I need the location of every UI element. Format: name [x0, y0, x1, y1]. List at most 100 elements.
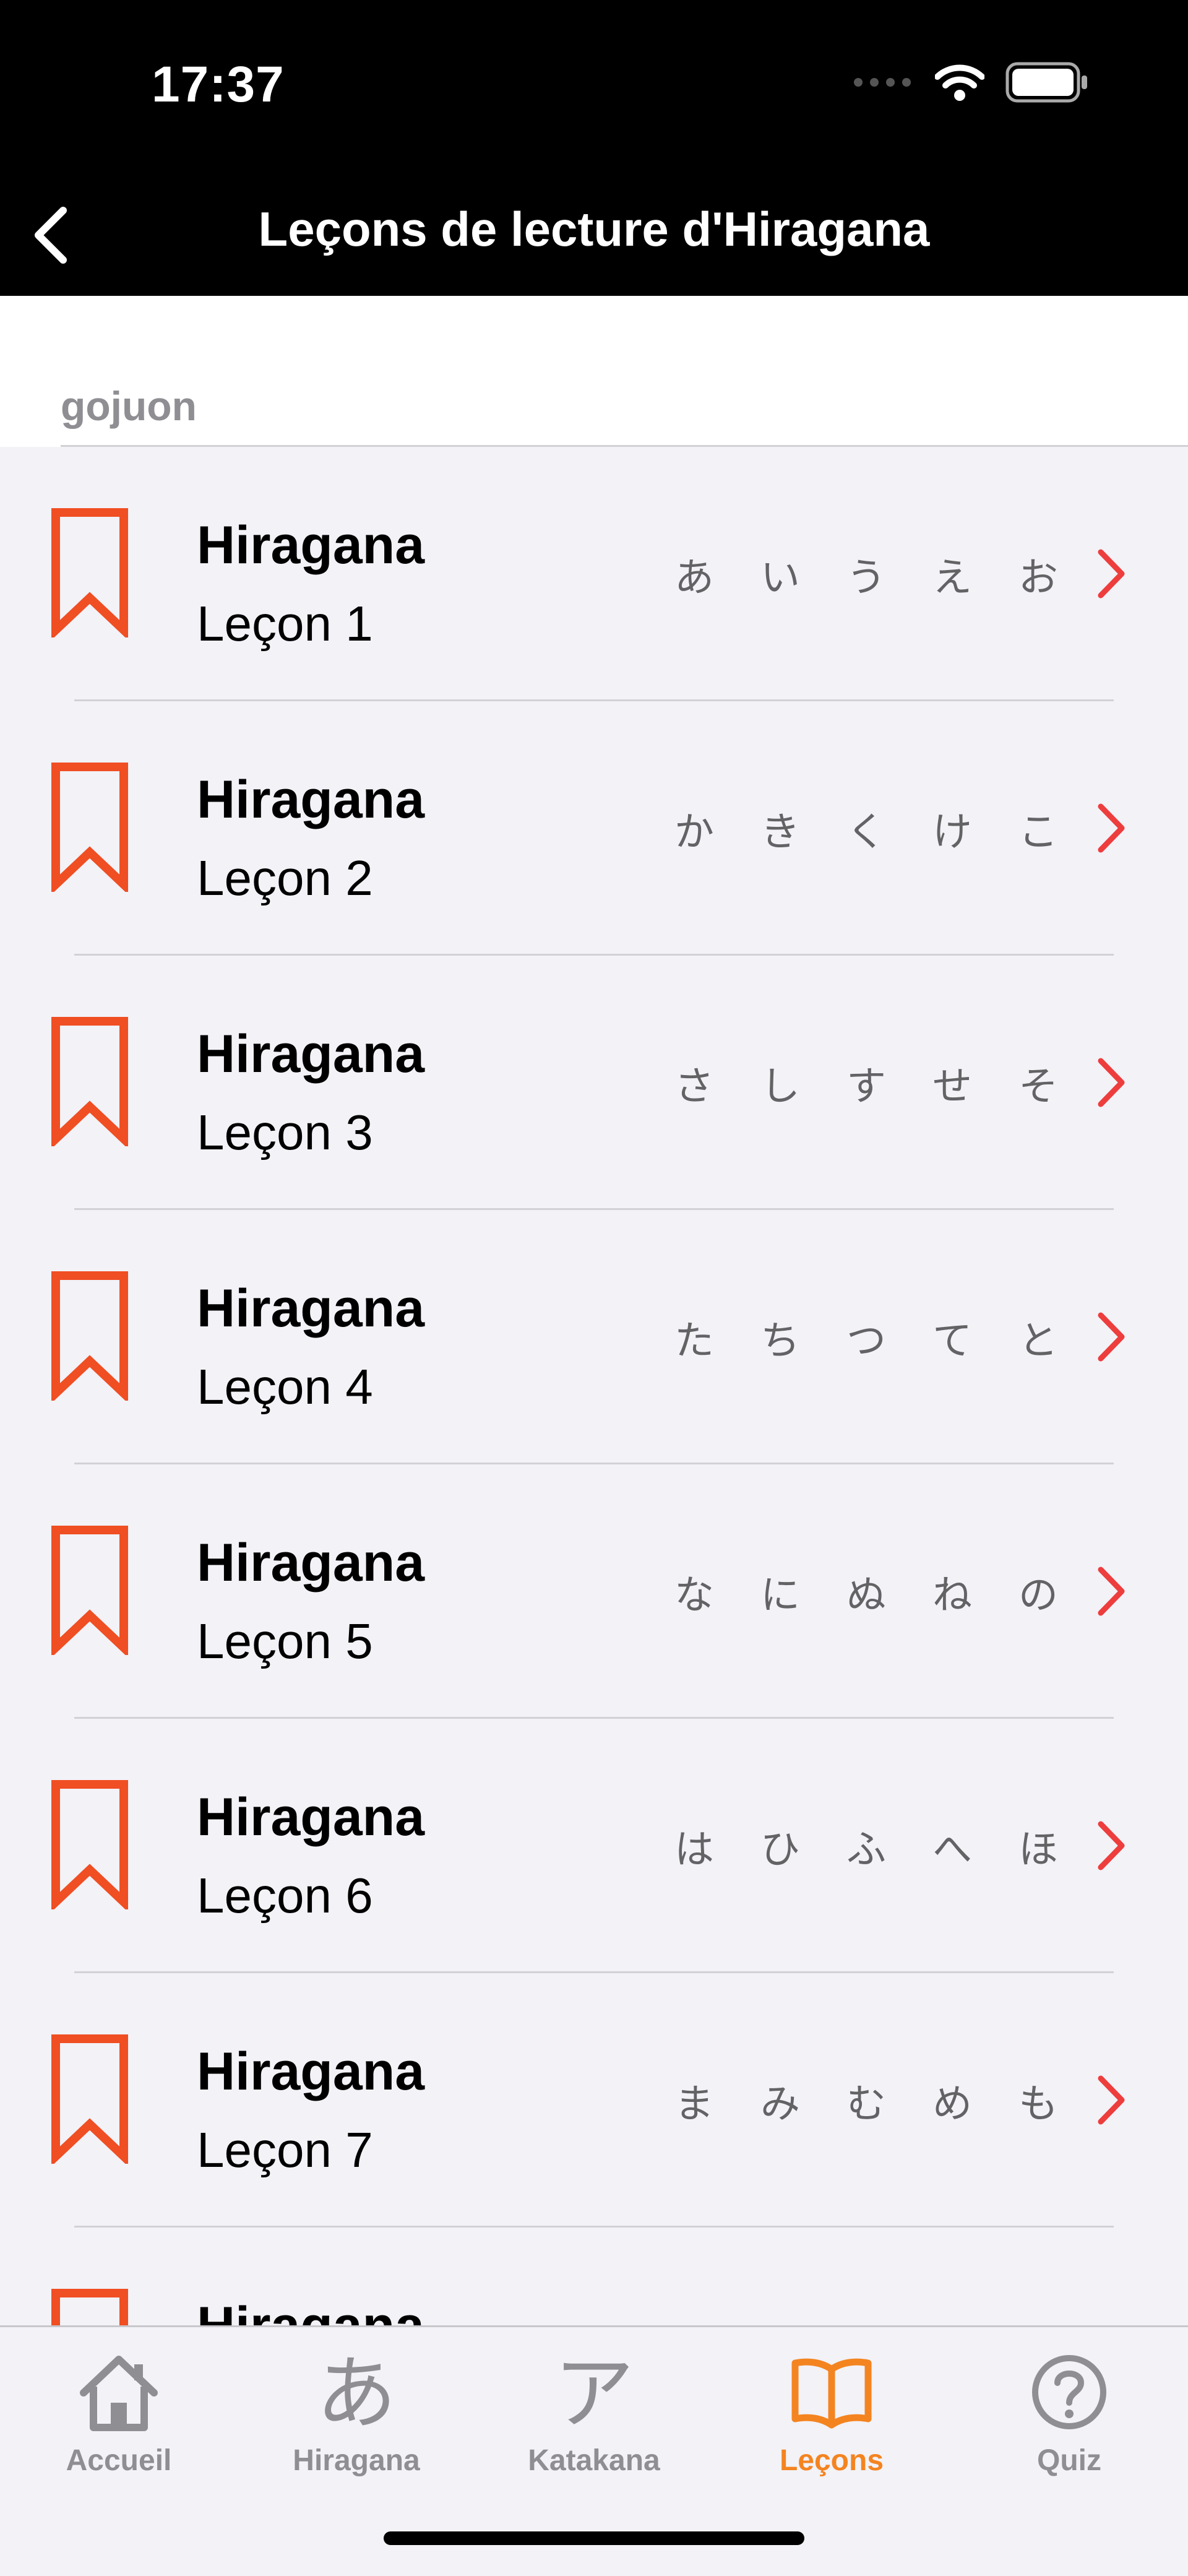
page-title: Leçons de lecture d'Hiragana — [258, 202, 930, 256]
kana-char: あ — [674, 555, 714, 601]
kana-char: て — [932, 1318, 972, 1364]
kana-char: し — [760, 1064, 800, 1110]
kana-preview: なにぬねの — [674, 1563, 1058, 1620]
chevron-right-icon — [1098, 2075, 1125, 2125]
kana-char: め — [932, 2081, 972, 2127]
lesson-subtitle: Leçon 5 — [197, 1614, 373, 1669]
lesson-row[interactable]: Hiragana Leçon 3 さしすせそ — [0, 956, 1188, 1210]
kana-preview: はひふへほ — [674, 1818, 1058, 1875]
kana-char: み — [760, 2081, 800, 2127]
lesson-title: Hiragana — [197, 2042, 425, 2101]
status-time: 17:37 — [152, 56, 285, 113]
lesson-row[interactable]: Hiragana Leçon 6 はひふへほ — [0, 1719, 1188, 1973]
kana-preview: たちつてと — [674, 1309, 1058, 1366]
kana-char: こ — [1018, 810, 1058, 855]
question-circle-icon — [1032, 2355, 1106, 2429]
home-icon — [80, 2356, 158, 2431]
kana-char: へ — [932, 1827, 972, 1873]
bookmark-icon — [51, 508, 128, 638]
lesson-subtitle: Leçon 1 — [197, 596, 373, 651]
tab-label: Quiz — [1037, 2444, 1101, 2477]
lesson-row[interactable]: Hiragana Leçon 1 あいうえお — [0, 447, 1188, 701]
kana-char: ほ — [1018, 1827, 1058, 1873]
section-header: gojuon — [0, 296, 1188, 447]
kana-char: ふ — [846, 1827, 886, 1873]
lesson-title: Hiragana — [197, 1787, 425, 1847]
tab-label: Hiragana — [293, 2444, 420, 2477]
chevron-right-icon — [1098, 1312, 1125, 1362]
lesson-subtitle: Leçon 4 — [197, 1359, 373, 1414]
tab-katakana[interactable]: ア Katakana — [475, 2346, 713, 2507]
kana-char: え — [932, 555, 972, 601]
svg-text:ア: ア — [554, 2346, 634, 2439]
kana-char: ね — [932, 1573, 972, 1619]
wifi-icon — [935, 64, 984, 101]
kana-char: そ — [1018, 1064, 1058, 1110]
kana-char: ち — [760, 1318, 800, 1364]
kana-char: け — [932, 810, 972, 855]
lesson-subtitle: Leçon 3 — [197, 1105, 373, 1160]
lesson-title: Hiragana — [197, 2296, 424, 2325]
lesson-title: Hiragana — [197, 516, 425, 575]
lesson-title: Hiragana — [197, 1279, 425, 1338]
kana-char: む — [846, 2081, 886, 2127]
status-bar: 17:37 — [0, 0, 1188, 142]
lesson-list: Hiragana Leçon 1 あいうえお Hiragana Leçon 2 か き く け こ… — [0, 447, 1188, 2325]
lesson-subtitle: Leçon 2 — [197, 850, 373, 905]
hiragana-a-icon: あ — [316, 2346, 397, 2439]
lesson-row[interactable]: Hiragana — [0, 2228, 1188, 2325]
kana-preview: まみむめも — [674, 2072, 1058, 2129]
lesson-subtitle: Leçon 7 — [197, 2122, 373, 2177]
kana-char: く — [846, 810, 886, 855]
bookmark-icon — [51, 1780, 128, 1909]
kana-char: さ — [674, 1064, 714, 1110]
katakana-a-icon: ア — [554, 2346, 634, 2439]
chevron-right-icon — [1098, 1567, 1125, 1616]
kana-char: に — [760, 1573, 800, 1619]
section-label: gojuon — [61, 383, 197, 429]
book-icon — [791, 2358, 872, 2429]
kana-char: う — [846, 555, 886, 601]
chevron-right-icon — [1098, 1058, 1125, 1107]
lesson-row[interactable]: Hiragana Leçon 7 まみむめも — [0, 1973, 1188, 2228]
tab-lecons[interactable]: Leçons — [713, 2346, 950, 2507]
kana-char: は — [674, 1827, 714, 1873]
tab-label: Leçons — [779, 2444, 884, 2477]
kana-char: も — [1018, 2081, 1058, 2127]
kana-char: つ — [846, 1318, 886, 1364]
bookmark-icon — [51, 1271, 128, 1401]
kana-char: き — [760, 810, 800, 855]
home-indicator[interactable] — [384, 2531, 804, 2545]
lesson-title: Hiragana — [197, 1024, 425, 1084]
kana-preview: さしすせそ — [674, 1055, 1058, 1112]
kana-preview: かきくけこ — [674, 800, 1058, 857]
bookmark-icon — [51, 2034, 128, 2164]
tab-label: Accueil — [66, 2444, 172, 2477]
lesson-title: Hiragana — [197, 770, 425, 829]
bookmark-icon — [51, 1017, 128, 1146]
lesson-row[interactable]: Hiragana Leçon 5 なにぬねの — [0, 1464, 1188, 1719]
bookmark-icon — [51, 2289, 128, 2325]
lesson-subtitle: Leçon 6 — [197, 1868, 373, 1923]
kana-char: せ — [932, 1064, 972, 1110]
kana-char: な — [674, 1573, 714, 1619]
chevron-right-icon — [1098, 1821, 1125, 1870]
lesson-title: Hiragana — [197, 1533, 425, 1593]
kana-char: の — [1018, 1573, 1058, 1619]
svg-text:あ: あ — [316, 2346, 397, 2439]
signal-icon — [854, 78, 911, 87]
kana-char: ひ — [760, 1827, 800, 1873]
tab-hiragana[interactable]: あ Hiragana — [238, 2346, 475, 2507]
navigation-bar: Leçons de lecture d'Hiragana — [0, 142, 1188, 296]
status-icons — [852, 62, 1089, 103]
kana-char: ぬ — [846, 1573, 886, 1619]
bookmark-icon — [51, 763, 128, 892]
lesson-row[interactable]: Hiragana Leçon 2 か き く け こ — [0, 701, 1188, 956]
tab-accueil[interactable]: Accueil — [0, 2346, 238, 2507]
chevron-right-icon — [1098, 549, 1125, 599]
tab-quiz[interactable]: Quiz — [950, 2346, 1188, 2507]
kana-char: お — [1018, 555, 1058, 601]
tab-label: Katakana — [528, 2444, 660, 2477]
lesson-row[interactable]: Hiragana Leçon 4 たちつてと — [0, 1210, 1188, 1464]
kana-char: ま — [674, 2081, 714, 2127]
